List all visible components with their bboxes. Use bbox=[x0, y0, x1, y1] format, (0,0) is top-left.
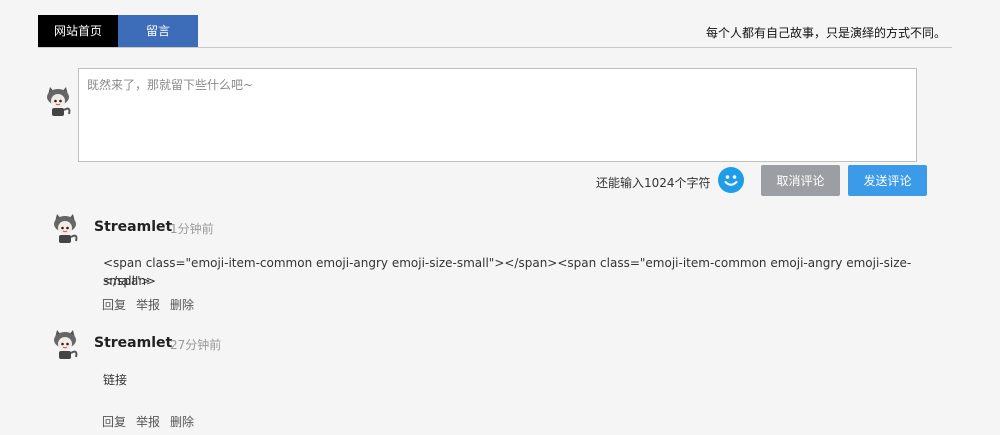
comment-editor bbox=[78, 68, 917, 162]
comment-author[interactable]: Streamlet bbox=[94, 335, 172, 351]
comment-time: 27分钟前 bbox=[170, 338, 222, 352]
comment-author[interactable]: Streamlet bbox=[94, 219, 172, 235]
current-user-avatar bbox=[41, 84, 75, 118]
comment-time: 1分钟前 bbox=[170, 222, 214, 236]
report-button[interactable]: 举报 bbox=[136, 413, 160, 430]
reply-button[interactable]: 回复 bbox=[102, 296, 126, 313]
comment-textarea[interactable] bbox=[79, 69, 916, 161]
send-comment-button[interactable]: 发送评论 bbox=[848, 165, 927, 196]
cat-avatar-icon bbox=[48, 327, 82, 361]
reply-button[interactable]: 回复 bbox=[102, 413, 126, 430]
site-slogan: 每个人都有自己故事，只是演绎的方式不同。 bbox=[705, 26, 946, 40]
cat-avatar-icon bbox=[48, 211, 82, 245]
comment-avatar bbox=[48, 211, 82, 245]
top-nav: 网站首页 留言 每个人都有自己故事，只是演绎的方式不同。 bbox=[38, 15, 952, 48]
report-button[interactable]: 举报 bbox=[136, 296, 160, 313]
comment-body-line: </span> bbox=[103, 274, 156, 288]
delete-button[interactable]: 删除 bbox=[170, 296, 194, 313]
cancel-comment-button[interactable]: 取消评论 bbox=[761, 165, 840, 196]
tab-home[interactable]: 网站首页 bbox=[38, 15, 118, 47]
comment-avatar bbox=[48, 327, 82, 361]
tab-guestbook[interactable]: 留言 bbox=[118, 15, 198, 47]
char-counter: 还能输入1024个字符 bbox=[596, 176, 711, 190]
smile-icon[interactable] bbox=[718, 167, 744, 193]
comment-body-line: <span class="emoji-item-common emoji-ang… bbox=[103, 256, 912, 288]
delete-button[interactable]: 删除 bbox=[170, 413, 194, 430]
cat-avatar-icon bbox=[41, 84, 75, 118]
comment-body-line: 链接 bbox=[103, 373, 128, 387]
